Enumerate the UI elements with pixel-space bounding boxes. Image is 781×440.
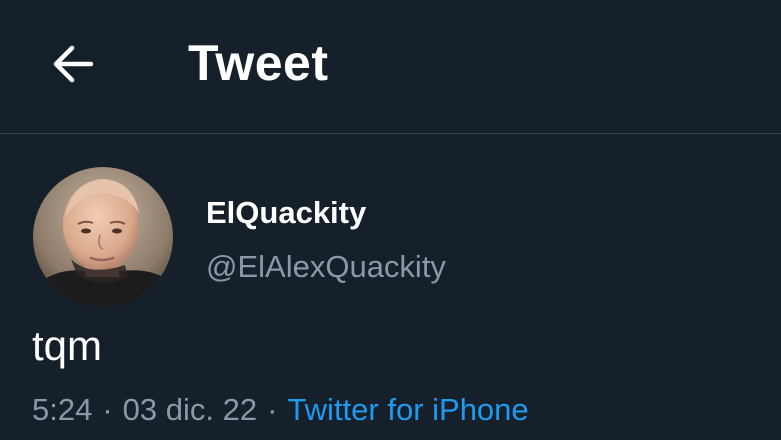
- tweet-date: 03 dic. 22: [122, 392, 258, 427]
- page-title: Tweet: [188, 35, 329, 91]
- author-handle[interactable]: @ElAlexQuackity: [206, 248, 446, 286]
- avatar[interactable]: [33, 167, 173, 307]
- author-display-name[interactable]: ElQuackity: [206, 194, 366, 232]
- top-bar: Tweet: [0, 0, 781, 134]
- separator-dot: ·: [102, 392, 113, 427]
- separator-dot: ·: [267, 392, 278, 427]
- profile-photo: [33, 167, 173, 307]
- tweet-metadata: 5:24 · 03 dic. 22 · Twitter for iPhone: [32, 391, 529, 429]
- back-button[interactable]: [42, 33, 104, 95]
- tweet-source-link[interactable]: Twitter for iPhone: [287, 392, 528, 427]
- arrow-left-icon: [53, 45, 94, 83]
- tweet-detail-screen: Tweet ElQuackity @ElAlexQuackity tqm 5:2…: [0, 0, 781, 440]
- tweet-time: 5:24: [32, 392, 93, 427]
- tweet-text: tqm: [32, 322, 103, 369]
